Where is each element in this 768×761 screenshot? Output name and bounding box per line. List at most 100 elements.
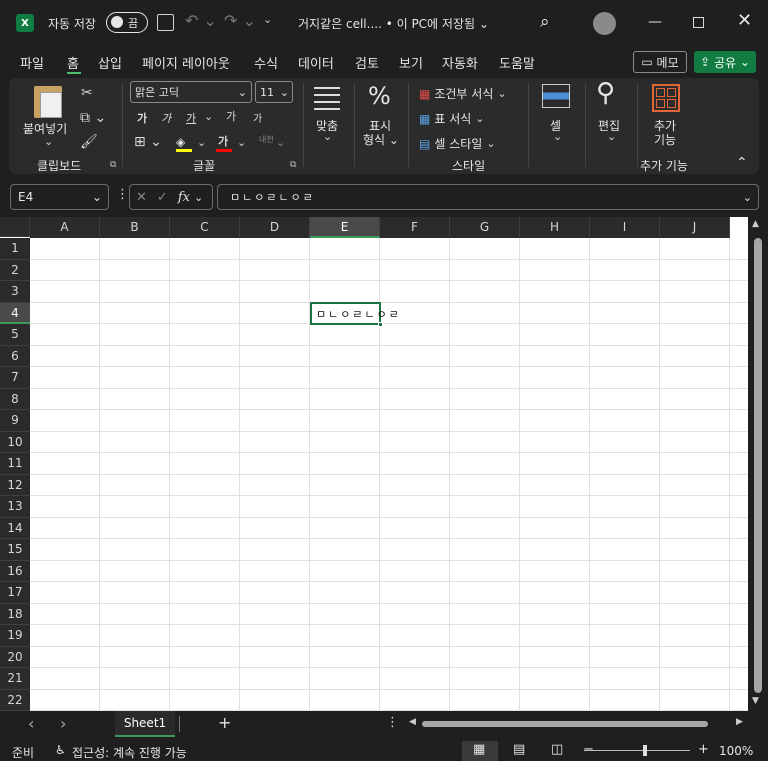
- search-editing-icon[interactable]: ⚲: [596, 78, 615, 108]
- row-header-20[interactable]: 20: [0, 646, 30, 668]
- column-header-h[interactable]: H: [520, 217, 590, 238]
- page-layout-view-icon[interactable]: ▤: [513, 742, 525, 757]
- decrease-font-button[interactable]: 가: [253, 110, 262, 125]
- column-header-e[interactable]: E: [310, 217, 380, 238]
- prev-sheet-icon[interactable]: ‹: [28, 714, 34, 733]
- row-header-19[interactable]: 19: [0, 625, 30, 647]
- column-header-d[interactable]: D: [240, 217, 310, 238]
- cells-icon[interactable]: [542, 84, 570, 108]
- select-all-corner[interactable]: [0, 217, 30, 237]
- row-header-9[interactable]: 9: [0, 410, 30, 432]
- accessibility-icon[interactable]: ♿: [55, 743, 66, 757]
- zoom-level[interactable]: 100%: [719, 744, 753, 758]
- tab-view[interactable]: 보기: [399, 53, 423, 72]
- format-as-table-button[interactable]: ▦ 표 서식 ⌄: [419, 110, 485, 127]
- row-header-22[interactable]: 22: [0, 689, 30, 711]
- row-header-4[interactable]: 4: [0, 302, 30, 324]
- column-header-c[interactable]: C: [170, 217, 240, 238]
- normal-view-icon[interactable]: ▦: [473, 742, 485, 757]
- autosave-toggle[interactable]: 끔: [106, 12, 148, 33]
- row-header-12[interactable]: 12: [0, 474, 30, 496]
- add-ins-icon[interactable]: [652, 84, 680, 112]
- enter-icon[interactable]: ✓: [157, 190, 168, 205]
- cell-styles-button[interactable]: ▤ 셀 스타일 ⌄: [419, 135, 496, 152]
- row-header-11[interactable]: 11: [0, 453, 30, 475]
- user-avatar[interactable]: [593, 12, 616, 35]
- insert-function-button[interactable]: fx: [178, 190, 190, 205]
- underline-button[interactable]: 가: [186, 110, 196, 126]
- row-header-13[interactable]: 13: [0, 496, 30, 518]
- document-title[interactable]: 거지같은 cell.... • 이 PC에 저장됨 ⌄: [298, 15, 489, 32]
- tab-review[interactable]: 검토: [355, 53, 379, 72]
- row-header-7[interactable]: 7: [0, 367, 30, 389]
- tab-formulas[interactable]: 수식: [254, 53, 278, 72]
- increase-font-button[interactable]: 가: [226, 108, 236, 124]
- cell-e4[interactable]: ㅁㄴㅇㄹㄴㅇㄹ: [316, 306, 401, 322]
- tab-help[interactable]: 도움말: [499, 53, 535, 72]
- add-ins-label-2[interactable]: 기능: [654, 131, 676, 148]
- zoom-slider[interactable]: [584, 750, 690, 751]
- formula-options-icon[interactable]: ⋮: [116, 187, 129, 202]
- row-header-2[interactable]: 2: [0, 259, 30, 281]
- column-header-a[interactable]: A: [30, 217, 100, 238]
- cancel-icon[interactable]: ✕: [136, 190, 147, 205]
- tab-insert[interactable]: 삽입: [98, 53, 122, 72]
- paste-dropdown-icon[interactable]: ⌄: [44, 135, 53, 148]
- zoom-in-button[interactable]: +: [698, 742, 709, 757]
- next-sheet-icon[interactable]: ›: [60, 714, 66, 733]
- save-icon[interactable]: [157, 14, 174, 31]
- scroll-down-icon[interactable]: ▼: [752, 696, 759, 706]
- horizontal-scroll-thumb[interactable]: [422, 721, 708, 727]
- sheet-tab-sheet1[interactable]: Sheet1: [115, 711, 175, 737]
- fill-handle[interactable]: [378, 322, 383, 327]
- phonetic-button[interactable]: 내천: [259, 134, 274, 145]
- row-header-21[interactable]: 21: [0, 668, 30, 690]
- fill-color-icon[interactable]: ◈: [176, 135, 192, 149]
- chevron-down-icon[interactable]: ⌄: [194, 191, 203, 204]
- cells-dropdown-icon[interactable]: ⌄: [553, 130, 562, 143]
- tab-home[interactable]: 홈: [67, 53, 79, 72]
- tab-page-layout[interactable]: 페이지 레이아웃: [142, 53, 230, 72]
- row-header-17[interactable]: 17: [0, 582, 30, 604]
- font-name-select[interactable]: 맑은 고딕 ⌄: [130, 81, 252, 103]
- conditional-formatting-button[interactable]: ▦ 조건부 서식 ⌄: [419, 85, 507, 102]
- editing-dropdown-icon[interactable]: ⌄: [607, 130, 616, 143]
- alignment-dropdown-icon[interactable]: ⌄: [323, 130, 332, 143]
- row-header-18[interactable]: 18: [0, 603, 30, 625]
- clipboard-launcher-icon[interactable]: ⧉: [110, 160, 116, 170]
- comments-button[interactable]: ▭ 메모: [633, 51, 687, 73]
- formula-input[interactable]: ㅁㄴㅇㄹㄴㅇㄹ ⌄: [217, 184, 759, 210]
- row-header-14[interactable]: 14: [0, 517, 30, 539]
- undo-icon[interactable]: ↶ ⌄: [185, 11, 217, 30]
- row-header-10[interactable]: 10: [0, 431, 30, 453]
- zoom-slider-knob[interactable]: [643, 745, 647, 756]
- tab-file[interactable]: 파일: [20, 53, 44, 72]
- close-icon[interactable]: ✕: [737, 10, 752, 31]
- page-break-view-icon[interactable]: ◫: [551, 742, 563, 757]
- row-header-1[interactable]: 1: [0, 238, 30, 260]
- column-header-g[interactable]: G: [450, 217, 520, 238]
- number-format-label-2[interactable]: 형식 ⌄: [363, 131, 399, 148]
- scroll-left-icon[interactable]: ◀: [409, 717, 416, 727]
- font-size-select[interactable]: 11 ⌄: [255, 81, 293, 103]
- worksheet-grid[interactable]: [0, 217, 748, 711]
- scroll-right-icon[interactable]: ▶: [736, 717, 743, 727]
- collapse-ribbon-icon[interactable]: ⌃: [736, 155, 748, 171]
- vertical-scroll-thumb[interactable]: [754, 238, 762, 693]
- accessibility-status[interactable]: 접근성: 계속 진행 가능: [72, 744, 187, 761]
- add-sheet-button[interactable]: +: [218, 713, 231, 732]
- row-header-5[interactable]: 5: [0, 324, 30, 346]
- font-color-button[interactable]: 가: [218, 133, 228, 149]
- redo-icon[interactable]: ↷ ⌄: [224, 11, 256, 30]
- row-header-6[interactable]: 6: [0, 345, 30, 367]
- percent-icon[interactable]: %: [368, 82, 391, 110]
- underline-dropdown-icon[interactable]: ⌄: [204, 110, 213, 123]
- tab-split-handle[interactable]: ⋮: [386, 715, 399, 730]
- row-header-16[interactable]: 16: [0, 560, 30, 582]
- scroll-up-icon[interactable]: ▲: [752, 219, 759, 229]
- minimize-icon[interactable]: —: [648, 14, 662, 30]
- font-launcher-icon[interactable]: ⧉: [290, 160, 296, 170]
- row-header-8[interactable]: 8: [0, 388, 30, 410]
- borders-icon[interactable]: ⊞ ⌄: [134, 134, 162, 150]
- phonetic-dropdown-icon[interactable]: ⌄: [276, 136, 285, 149]
